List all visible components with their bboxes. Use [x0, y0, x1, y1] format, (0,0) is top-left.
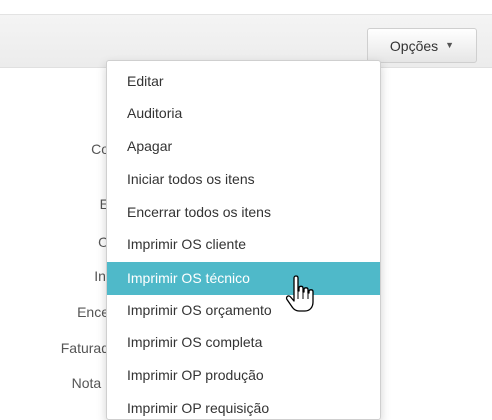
menu-item-imprimir-os-orcamento[interactable]: Imprimir OS orçamento — [107, 295, 380, 326]
menu-item-imprimir-os-completa[interactable]: Imprimir OS completa — [107, 327, 380, 358]
top-bar — [0, 0, 492, 15]
menu-item-imprimir-os-tecnico[interactable]: Imprimir OS técnico — [107, 262, 380, 295]
menu-item-imprimir-op-producao[interactable]: Imprimir OP produção — [107, 360, 380, 391]
menu-item-encerrar-todos[interactable]: Encerrar todos os itens — [107, 197, 380, 228]
form-label: Faturad — [60, 340, 109, 356]
menu-item-editar[interactable]: Editar — [107, 66, 380, 97]
menu-item-apagar[interactable]: Apagar — [107, 131, 380, 162]
options-button-label: Opções — [389, 37, 439, 54]
form-label: Nota I — [71, 375, 109, 391]
options-dropdown-menu: Editar Auditoria Apagar Iniciar todos os… — [106, 60, 381, 420]
menu-item-imprimir-os-cliente[interactable]: Imprimir OS cliente — [107, 229, 380, 260]
hand-pointer-icon — [285, 275, 314, 312]
form-label: Ence — [77, 304, 109, 320]
menu-item-iniciar-todos[interactable]: Iniciar todos os itens — [107, 164, 380, 195]
menu-item-auditoria[interactable]: Auditoria — [107, 98, 380, 129]
menu-item-imprimir-op-requisicao[interactable]: Imprimir OP requisição — [107, 393, 380, 419]
options-dropdown-button[interactable]: Opções ▼ — [367, 28, 477, 63]
caret-down-icon: ▼ — [445, 40, 455, 50]
